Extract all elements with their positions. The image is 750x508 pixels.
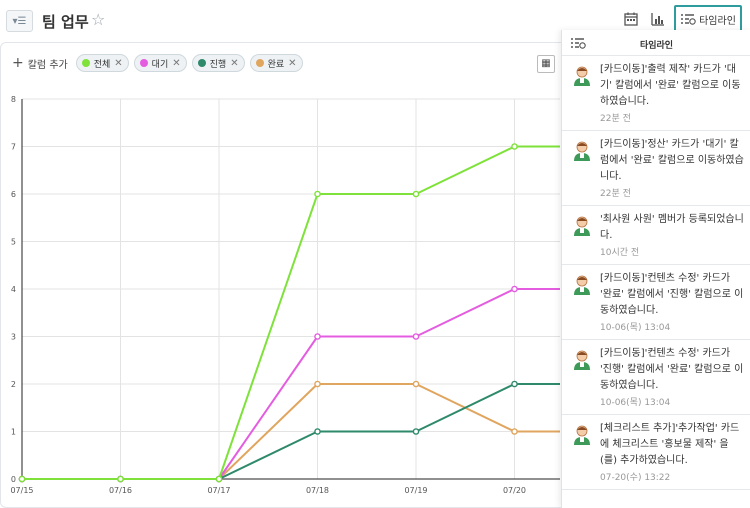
y-tick-label: 8 xyxy=(11,95,16,104)
timeline-item[interactable]: [카드이동]'컨텐츠 수정' 카드가 '진행' 칼럼에서 '완료' 칼럼으로 이… xyxy=(562,340,750,415)
chip-color-dot xyxy=(255,59,264,67)
timeline-list: [카드이동]'출력 제작' 카드가 '대기' 칼럼에서 '완료' 칼럼으로 이동… xyxy=(562,56,750,490)
chip-color-dot xyxy=(139,59,148,67)
timeline-time: 07-20(수) 13:22 xyxy=(600,473,671,483)
calendar-icon[interactable] xyxy=(623,12,639,28)
avatar xyxy=(572,215,592,237)
data-point xyxy=(412,428,420,435)
timeline-time: 10시간 전 xyxy=(600,248,640,258)
data-point xyxy=(314,190,321,198)
timeline-time: 10-06(목) 13:04 xyxy=(600,323,671,333)
chip-label: 대기 xyxy=(151,59,169,70)
y-tick-label: 5 xyxy=(11,238,16,247)
add-column-button[interactable]: + 칼럼 추가 xyxy=(12,55,68,71)
data-point xyxy=(412,333,420,340)
x-tick-label: 07/17 xyxy=(207,486,230,495)
timeline-message: [카드이동]'컨텐츠 수정' 카드가 '진행' 칼럼에서 '완료' 칼럼으로 이… xyxy=(600,348,744,391)
data-point xyxy=(511,380,518,388)
x-tick-label: 07/16 xyxy=(109,486,132,495)
x-tick-label: 07/20 xyxy=(503,486,526,495)
star-outline-icon[interactable]: ☆ xyxy=(91,10,105,29)
series-line xyxy=(22,145,515,480)
y-tick-label: 1 xyxy=(11,428,16,437)
avatar xyxy=(572,349,592,371)
timeline-item[interactable]: [카드이동]'정산' 카드가 '대기' 칼럼에서 '완료' 칼럼으로 이동하였습… xyxy=(562,131,750,206)
avatar xyxy=(572,274,592,296)
timeline-panel-title: 타임라인 xyxy=(639,41,674,51)
y-tick-label: 4 xyxy=(11,285,16,294)
timeline-item[interactable]: [카드이동]'출력 제작' 카드가 '대기' 칼럼에서 '완료' 칼럼으로 이동… xyxy=(562,56,750,131)
data-point xyxy=(511,143,518,150)
data-point xyxy=(412,190,420,198)
timeline-button-label: 타임라인 xyxy=(699,15,736,27)
filter-list-icon: ▾☰ xyxy=(12,15,27,27)
timeline-message: [체크리스트 추가]'추가작업' 카드에 체크리스트 '홍보물 제작' 을(를)… xyxy=(600,423,740,466)
timeline-item[interactable]: '최사원 사원' 멤버가 등록되었습니다. 10시간 전 xyxy=(562,206,750,265)
timeline-time: 22분 전 xyxy=(600,114,631,124)
data-point xyxy=(117,475,124,483)
timeline-item[interactable]: [체크리스트 추가]'추가작업' 카드에 체크리스트 '홍보물 제작' 을(를)… xyxy=(562,415,750,490)
close-icon[interactable]: ✕ xyxy=(114,58,122,69)
y-tick-label: 6 xyxy=(11,190,16,199)
bar-chart-icon[interactable] xyxy=(650,12,666,28)
chip-label: 진행 xyxy=(209,59,227,70)
plus-icon: + xyxy=(12,55,24,71)
timeline-item[interactable]: [카드이동]'컨텐츠 수정' 카드가 '완료' 칼럼에서 '진행' 칼럼으로 이… xyxy=(562,265,750,340)
timeline-time: 10-06(목) 13:04 xyxy=(600,398,671,408)
timeline-panel-header: 타임라인 xyxy=(562,30,750,56)
add-column-label: 칼럼 추가 xyxy=(27,59,68,71)
chip-all[interactable]: 전체 ✕ xyxy=(75,54,129,72)
y-tick-label: 3 xyxy=(11,333,16,342)
x-tick-label: 07/19 xyxy=(404,486,427,495)
date-range-calendar-icon[interactable]: ▦ xyxy=(537,55,555,73)
chip-color-dot xyxy=(81,59,90,67)
timeline-message: [카드이동]'정산' 카드가 '대기' 칼럼에서 '완료' 칼럼으로 이동하였습… xyxy=(600,139,744,182)
filter-menu-button[interactable]: ▾☰ xyxy=(6,10,33,32)
timeline-message: '최사원 사원' 멤버가 등록되었습니다. xyxy=(600,214,744,241)
chip-color-dot xyxy=(197,59,206,67)
data-point xyxy=(314,380,321,388)
line-chart: 0 1 2 3 4 5 6 7 8 07/15 07/16 07/17 07/18 07/19 07/20 xyxy=(10,95,560,495)
data-point xyxy=(511,285,518,293)
close-icon[interactable]: ✕ xyxy=(172,58,180,69)
data-point xyxy=(412,380,420,388)
timeline-panel: 타임라인 [카드이동]'출력 제작' 카드가 '대기' 칼럼에서 '완료' 칼럼… xyxy=(561,30,750,508)
page-title: 팀 업무 xyxy=(42,13,89,31)
timeline-time: 22분 전 xyxy=(600,189,631,199)
data-point xyxy=(314,428,321,435)
close-icon[interactable]: ✕ xyxy=(288,58,296,69)
timeline-icon xyxy=(681,14,696,25)
x-tick-label: 07/15 xyxy=(10,486,33,495)
column-filter-toolbar: + 칼럼 추가 전체 ✕ 대기 ✕ 진행 ✕ 완료 ✕ xyxy=(12,54,303,72)
timeline-toggle-button[interactable]: 타임라인 xyxy=(674,5,742,33)
data-point xyxy=(314,333,321,340)
chip-label: 전체 xyxy=(93,59,111,70)
data-point xyxy=(511,428,518,435)
avatar xyxy=(572,65,592,87)
avatar xyxy=(572,424,592,446)
y-tick-label: 2 xyxy=(11,380,16,389)
avatar xyxy=(572,140,592,162)
data-point xyxy=(18,475,26,483)
x-tick-label: 07/18 xyxy=(306,486,329,495)
chip-in-progress[interactable]: 진행 ✕ xyxy=(191,54,245,72)
close-icon[interactable]: ✕ xyxy=(230,58,238,69)
timeline-message: [카드이동]'컨텐츠 수정' 카드가 '완료' 칼럼에서 '진행' 칼럼으로 이… xyxy=(600,273,744,316)
timeline-message: [카드이동]'출력 제작' 카드가 '대기' 칼럼에서 '완료' 칼럼으로 이동… xyxy=(600,64,741,107)
y-tick-label: 0 xyxy=(11,475,16,484)
y-tick-label: 7 xyxy=(11,143,16,152)
data-point xyxy=(215,475,223,483)
chip-label: 완료 xyxy=(267,59,285,70)
chip-waiting[interactable]: 대기 ✕ xyxy=(133,54,187,72)
chip-done[interactable]: 완료 ✕ xyxy=(249,54,303,72)
